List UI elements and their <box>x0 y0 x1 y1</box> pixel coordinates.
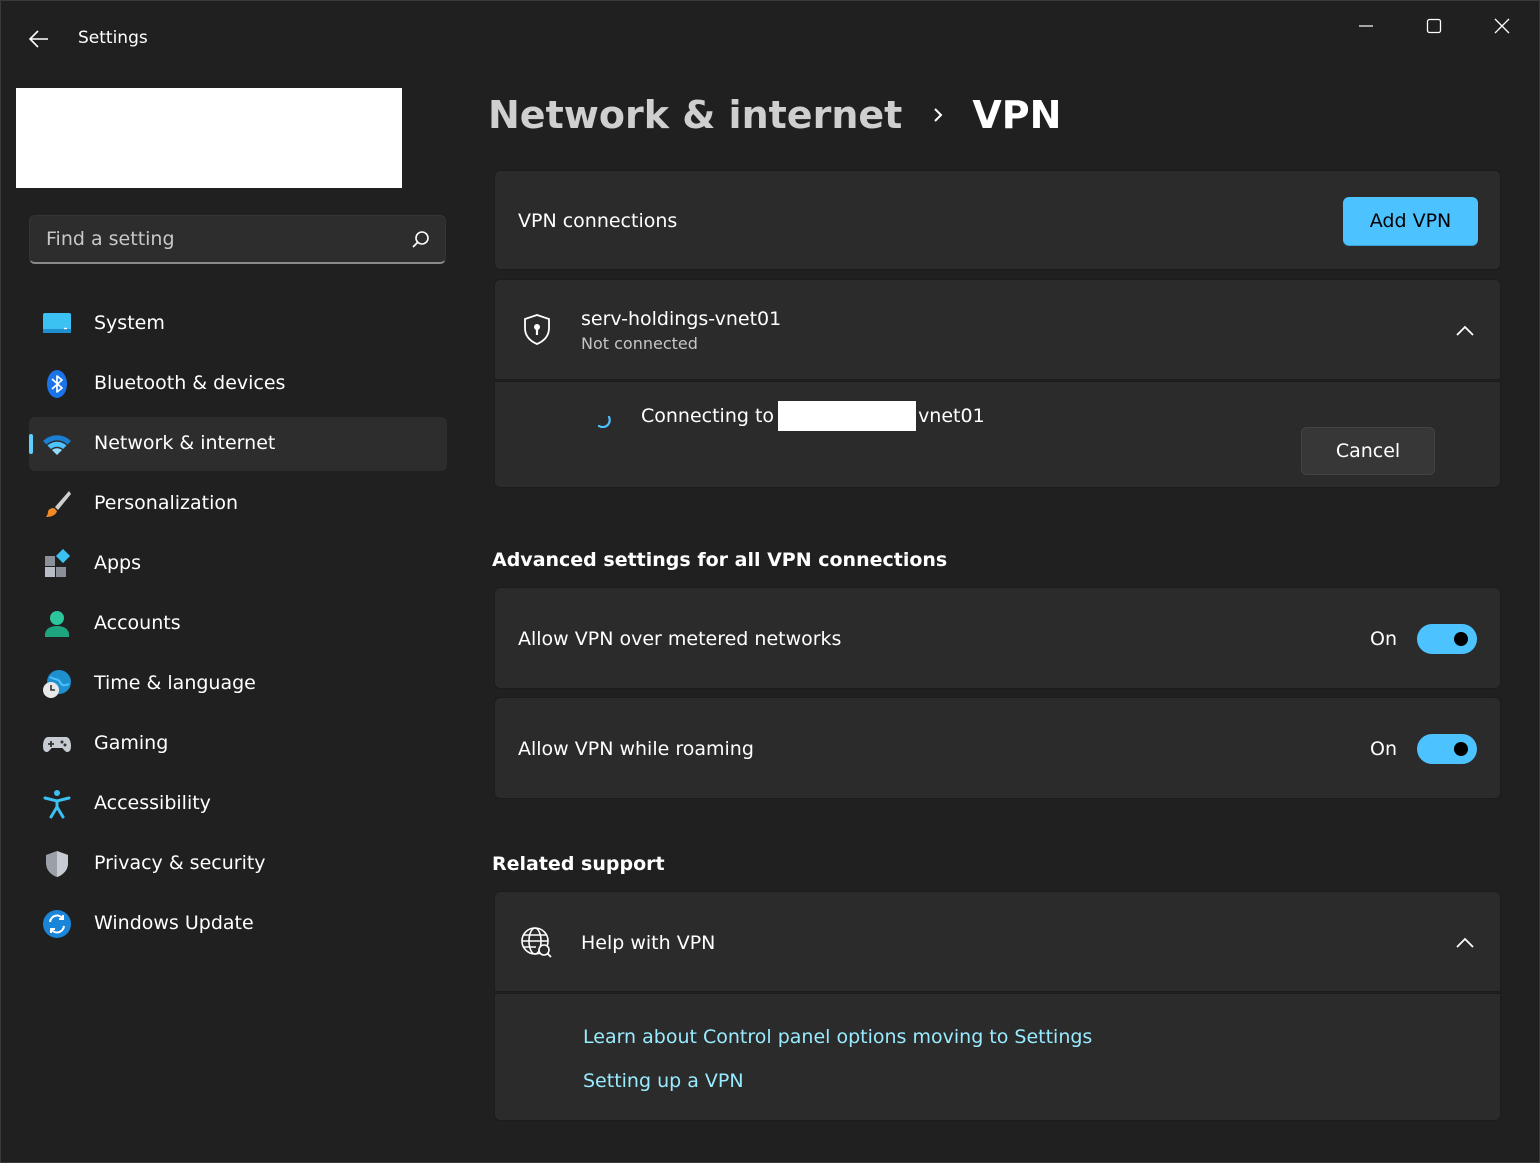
sidebar-item-label: Gaming <box>94 732 169 754</box>
control-panel-link[interactable]: Learn about Control panel options moving… <box>583 1026 1092 1048</box>
sidebar-item-label: Apps <box>94 552 142 574</box>
chevron-right-icon <box>934 108 943 122</box>
setting-up-vpn-link[interactable]: Setting up a VPN <box>583 1070 744 1092</box>
vpn-connection-item[interactable]: serv-holdings-vnet01 Not connected <box>494 279 1501 380</box>
gamepad-icon <box>43 737 71 752</box>
back-arrow-icon <box>29 30 48 48</box>
apps-icon <box>45 549 71 577</box>
connecting-prefix: Connecting to <box>641 405 775 427</box>
maximize-icon <box>1426 18 1442 34</box>
globe-search-icon <box>521 927 552 958</box>
cancel-button[interactable]: Cancel <box>1301 427 1435 475</box>
sidebar-nav: System Bluetooth & devices Network & int… <box>29 297 447 957</box>
back-button[interactable] <box>21 23 57 55</box>
close-icon <box>1494 18 1510 34</box>
user-profile-redacted <box>16 88 402 188</box>
shield-icon <box>46 851 68 877</box>
vpn-shield-icon <box>524 314 550 345</box>
related-support-heading: Related support <box>492 853 665 875</box>
globe-clock-icon <box>43 670 71 698</box>
chevron-up-icon <box>1456 937 1474 948</box>
bluetooth-icon <box>47 370 67 398</box>
help-links-panel: Learn about Control panel options moving… <box>494 993 1501 1121</box>
sidebar-item-label: Privacy & security <box>94 852 266 874</box>
sidebar-item-windows-update[interactable]: Windows Update <box>29 897 447 951</box>
close-button[interactable] <box>1468 1 1536 51</box>
paintbrush-icon <box>46 491 71 517</box>
connecting-status: Connecting to vnet01 <box>641 401 985 431</box>
roaming-card: Allow VPN while roaming On <box>494 697 1501 799</box>
collapse-vpn-button[interactable] <box>1450 316 1480 346</box>
metered-networks-toggle[interactable] <box>1417 624 1477 654</box>
sidebar-item-bluetooth[interactable]: Bluetooth & devices <box>29 357 447 411</box>
help-with-vpn-title: Help with VPN <box>581 932 716 954</box>
vpn-name: serv-holdings-vnet01 <box>581 308 782 330</box>
accessibility-icon <box>43 790 71 819</box>
sidebar-item-apps[interactable]: Apps <box>29 537 447 591</box>
update-icon <box>43 910 71 938</box>
toggle-knob <box>1454 742 1468 756</box>
sidebar-item-label: Bluetooth & devices <box>94 372 286 394</box>
breadcrumb: Network & internet VPN <box>488 89 1061 141</box>
sidebar-item-accounts[interactable]: Accounts <box>29 597 447 651</box>
progress-spinner-icon <box>597 415 611 428</box>
vpn-status: Not connected <box>581 334 698 353</box>
sidebar-item-label: Accounts <box>94 612 181 634</box>
sidebar-item-label: Accessibility <box>94 792 211 814</box>
sidebar-item-accessibility[interactable]: Accessibility <box>29 777 447 831</box>
settings-window: Settings System Bluetooth & devices Netw… <box>0 0 1540 1163</box>
search-icon[interactable] <box>410 229 432 251</box>
maximize-button[interactable] <box>1400 1 1468 51</box>
monitor-icon <box>43 313 71 333</box>
help-with-vpn-item[interactable]: Help with VPN <box>494 891 1501 992</box>
redacted-text <box>778 401 917 431</box>
sidebar-item-label: Windows Update <box>94 912 254 934</box>
vpn-connections-card: VPN connections Add VPN <box>494 170 1501 270</box>
sidebar-item-gaming[interactable]: Gaming <box>29 717 447 771</box>
sidebar-item-label: Personalization <box>94 492 239 514</box>
sidebar-item-system[interactable]: System <box>29 297 447 351</box>
sidebar-item-label: System <box>94 312 165 334</box>
title-bar: Settings <box>1 1 1540 77</box>
add-vpn-button[interactable]: Add VPN <box>1343 197 1478 245</box>
chevron-up-icon <box>1456 325 1474 336</box>
sidebar-item-personalization[interactable]: Personalization <box>29 477 447 531</box>
metered-toggle-state: On <box>1370 628 1397 650</box>
vpn-connection-details: Connecting to vnet01 Cancel <box>494 381 1501 488</box>
advanced-settings-heading: Advanced settings for all VPN connection… <box>492 549 948 571</box>
sidebar-item-label: Time & language <box>94 672 256 694</box>
app-title: Settings <box>78 28 148 48</box>
roaming-label: Allow VPN while roaming <box>518 738 754 760</box>
sidebar-item-label: Network & internet <box>94 432 276 454</box>
minimize-button[interactable] <box>1332 1 1400 51</box>
person-icon <box>45 611 69 637</box>
search-box <box>29 215 446 264</box>
toggle-knob <box>1454 632 1468 646</box>
collapse-help-button[interactable] <box>1450 928 1480 958</box>
minimize-icon <box>1359 25 1373 27</box>
metered-networks-label: Allow VPN over metered networks <box>518 628 842 650</box>
sidebar-item-network[interactable]: Network & internet <box>29 417 447 471</box>
sidebar-item-privacy-security[interactable]: Privacy & security <box>29 837 447 891</box>
roaming-toggle[interactable] <box>1417 734 1477 764</box>
sidebar-item-time-language[interactable]: Time & language <box>29 657 447 711</box>
metered-networks-card: Allow VPN over metered networks On <box>494 587 1501 689</box>
connecting-suffix: vnet01 <box>918 405 985 427</box>
search-input[interactable] <box>30 216 400 262</box>
page-title: VPN <box>972 93 1062 137</box>
vpn-connections-title: VPN connections <box>518 210 678 232</box>
breadcrumb-parent-link[interactable]: Network & internet <box>488 93 902 137</box>
roaming-toggle-state: On <box>1370 738 1397 760</box>
wifi-icon <box>43 435 71 455</box>
